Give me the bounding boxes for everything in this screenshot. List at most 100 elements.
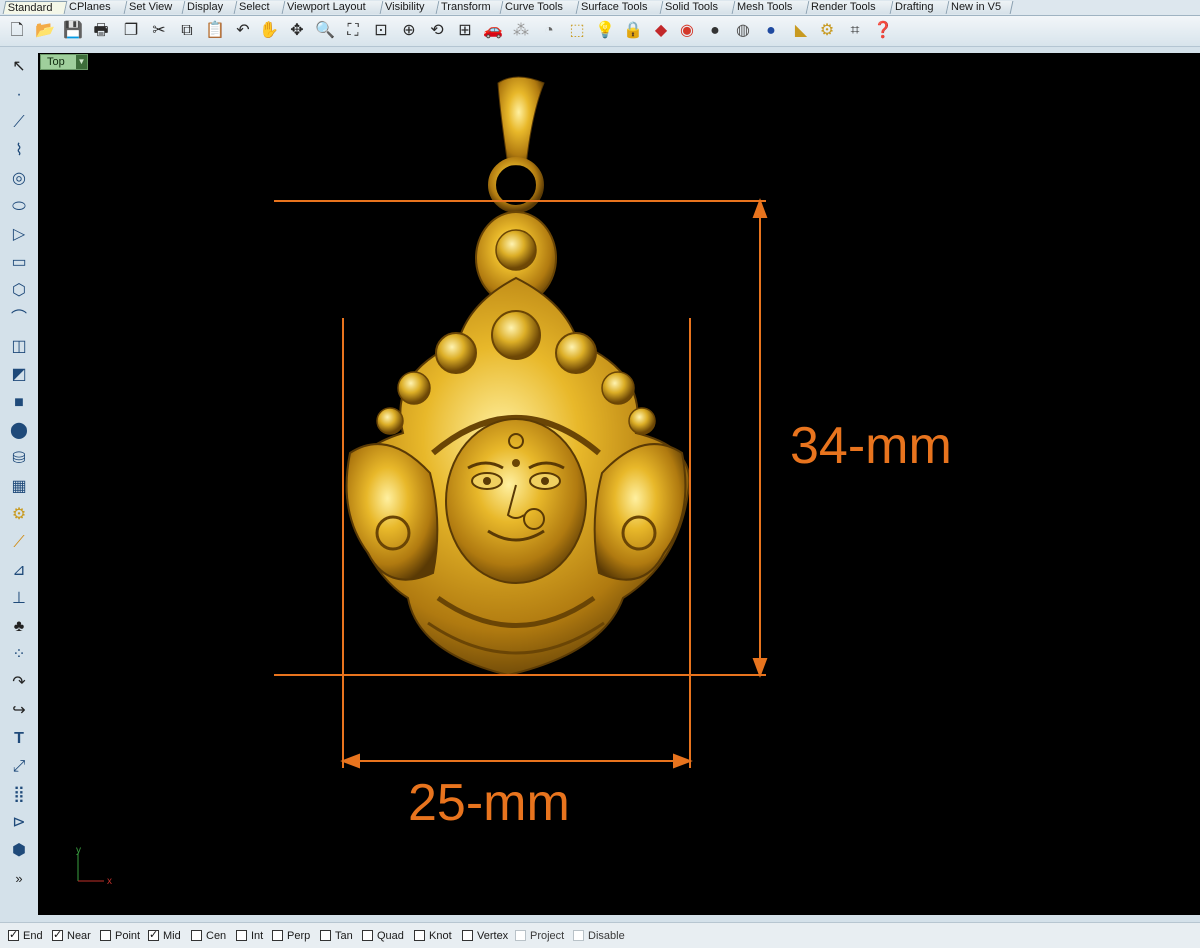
- fillet-curve-icon[interactable]: ⌒: [7, 307, 31, 331]
- osnap-vertex[interactable]: Vertex: [462, 929, 508, 943]
- polygon-icon[interactable]: ⬡: [7, 279, 31, 303]
- zoom-window-icon[interactable]: ⛶: [342, 20, 364, 42]
- tab-cplanes[interactable]: CPlanes: [64, 1, 128, 14]
- help-icon[interactable]: ❓: [872, 20, 894, 42]
- osnap-tan[interactable]: Tan: [320, 929, 353, 943]
- offset-curve-icon[interactable]: ↷: [7, 671, 31, 695]
- viewport-menu-arrow-icon[interactable]: ▼: [76, 55, 87, 69]
- tab-select[interactable]: Select: [234, 1, 286, 14]
- car-icon[interactable]: 🚗: [482, 20, 504, 42]
- trim-icon[interactable]: ⊿: [7, 559, 31, 583]
- new-file-icon[interactable]: 🗋: [6, 20, 28, 42]
- cut-icon[interactable]: ✂: [148, 20, 170, 42]
- checkbox-icon[interactable]: [362, 930, 373, 941]
- tab-mesh-tools[interactable]: Mesh Tools: [732, 1, 810, 14]
- osnap-near[interactable]: Near: [52, 928, 91, 943]
- options-gear-icon[interactable]: ⚙: [816, 20, 838, 42]
- circle-icon[interactable]: ◎: [7, 167, 31, 191]
- checkbox-icon[interactable]: [8, 928, 19, 942]
- rotate-view-icon[interactable]: ✥: [286, 20, 308, 42]
- light-bulb-icon[interactable]: 💡: [594, 20, 616, 42]
- checkbox-icon[interactable]: [191, 930, 202, 941]
- box-solid-icon[interactable]: ■: [7, 391, 31, 415]
- arc-icon[interactable]: ▷: [7, 223, 31, 247]
- undo-view-icon[interactable]: ⟲: [426, 20, 448, 42]
- osnap-end[interactable]: End: [8, 928, 43, 943]
- save-icon[interactable]: 💾: [62, 20, 84, 42]
- tab-display[interactable]: Display: [182, 1, 238, 14]
- copy-icon[interactable]: ⧉: [176, 20, 198, 42]
- checkbox-icon[interactable]: [573, 930, 584, 941]
- checkbox-icon[interactable]: [414, 930, 425, 941]
- select-arrow-icon[interactable]: ↖: [7, 55, 31, 79]
- surface-icon[interactable]: ◫: [7, 335, 31, 359]
- point-icon[interactable]: ·: [7, 83, 31, 107]
- tab-surface-tools[interactable]: Surface Tools: [576, 1, 664, 14]
- layer-icon[interactable]: ◆: [650, 20, 672, 42]
- curve-icon[interactable]: ⌇: [7, 139, 31, 163]
- zoom-icon[interactable]: 🔍: [314, 20, 336, 42]
- checkbox-icon[interactable]: [52, 928, 63, 942]
- osnap-icon[interactable]: ◔: [538, 20, 560, 42]
- osnap-project[interactable]: Project: [515, 929, 564, 943]
- extrude-icon[interactable]: ◩: [7, 363, 31, 387]
- select-filter-icon[interactable]: ⬚: [566, 20, 588, 42]
- checkbox-icon[interactable]: [100, 930, 111, 941]
- ellipse-icon[interactable]: ⬭: [7, 195, 31, 219]
- paste-icon[interactable]: 📋: [204, 20, 226, 42]
- zoom-selected-icon[interactable]: ⊕: [398, 20, 420, 42]
- color-wheel-icon[interactable]: ◉: [676, 20, 698, 42]
- polyline-icon[interactable]: ⟋: [7, 111, 31, 135]
- render-box-icon[interactable]: ⬢: [7, 839, 31, 863]
- checkbox-icon[interactable]: [272, 930, 283, 941]
- cylinder-icon[interactable]: ⛁: [7, 447, 31, 471]
- lock-icon[interactable]: 🔒: [622, 20, 644, 42]
- checkbox-icon[interactable]: [148, 928, 159, 942]
- analyze-icon[interactable]: ⊳: [7, 811, 31, 835]
- text-tool-icon[interactable]: T: [7, 727, 31, 751]
- checkbox-icon[interactable]: [320, 930, 331, 941]
- four-viewports-icon[interactable]: ⊞: [454, 20, 476, 42]
- array-icon[interactable]: ⣿: [7, 783, 31, 807]
- open-folder-icon[interactable]: 📂: [34, 20, 56, 42]
- tab-visibility[interactable]: Visibility: [380, 1, 440, 14]
- osnap-disable[interactable]: Disable: [573, 929, 625, 943]
- split-icon[interactable]: ⊥: [7, 587, 31, 611]
- osnap-knot[interactable]: Knot: [414, 929, 452, 943]
- osnap-cen[interactable]: Cen: [191, 929, 226, 943]
- tab-viewport-layout[interactable]: Viewport Layout: [282, 1, 384, 14]
- print-icon[interactable]: 🖶: [90, 20, 112, 42]
- tab-curve-tools[interactable]: Curve Tools: [500, 1, 580, 14]
- tool-bar-layout-icon[interactable]: ⌗: [844, 20, 866, 42]
- grid-snap-icon[interactable]: ⁂: [510, 20, 532, 42]
- tab-render-tools[interactable]: Render Tools: [806, 1, 894, 14]
- gear-tools-icon[interactable]: ⚙: [7, 503, 31, 527]
- rendered-sphere-icon[interactable]: ●: [760, 20, 782, 42]
- light-spot-icon[interactable]: ◣: [790, 20, 812, 42]
- tab-standard[interactable]: Standard: [2, 1, 68, 14]
- dimension-icon[interactable]: ⟋: [7, 531, 31, 555]
- more-tools-icon[interactable]: »: [7, 867, 31, 891]
- boolean-icon[interactable]: ♣: [7, 615, 31, 639]
- tab-transform[interactable]: Transform: [436, 1, 504, 14]
- fillet-edge-icon[interactable]: ↪: [7, 699, 31, 723]
- copy-page-icon[interactable]: ❐: [120, 20, 142, 42]
- checkbox-icon[interactable]: [236, 930, 247, 941]
- checkbox-icon[interactable]: [515, 930, 526, 941]
- pendant-model[interactable]: [345, 76, 691, 677]
- undo-icon[interactable]: ↶: [232, 20, 254, 42]
- osnap-mid[interactable]: Mid: [148, 928, 181, 943]
- tab-solid-tools[interactable]: Solid Tools: [660, 1, 736, 14]
- tab-new-in-v5[interactable]: New in V5: [946, 1, 1014, 14]
- zoom-extents-icon[interactable]: ⊡: [370, 20, 392, 42]
- tab-drafting[interactable]: Drafting: [890, 1, 950, 14]
- osnap-perp[interactable]: Perp: [272, 929, 310, 943]
- points-on-icon[interactable]: ⁘: [7, 643, 31, 667]
- osnap-quad[interactable]: Quad: [362, 929, 404, 943]
- checkbox-icon[interactable]: [462, 930, 473, 941]
- osnap-int[interactable]: Int: [236, 929, 263, 943]
- tab-set-view[interactable]: Set View: [124, 1, 186, 14]
- shaded-sphere-icon[interactable]: ◍: [732, 20, 754, 42]
- sphere-solid-icon[interactable]: ⬤: [7, 419, 31, 443]
- osnap-point[interactable]: Point: [100, 929, 140, 943]
